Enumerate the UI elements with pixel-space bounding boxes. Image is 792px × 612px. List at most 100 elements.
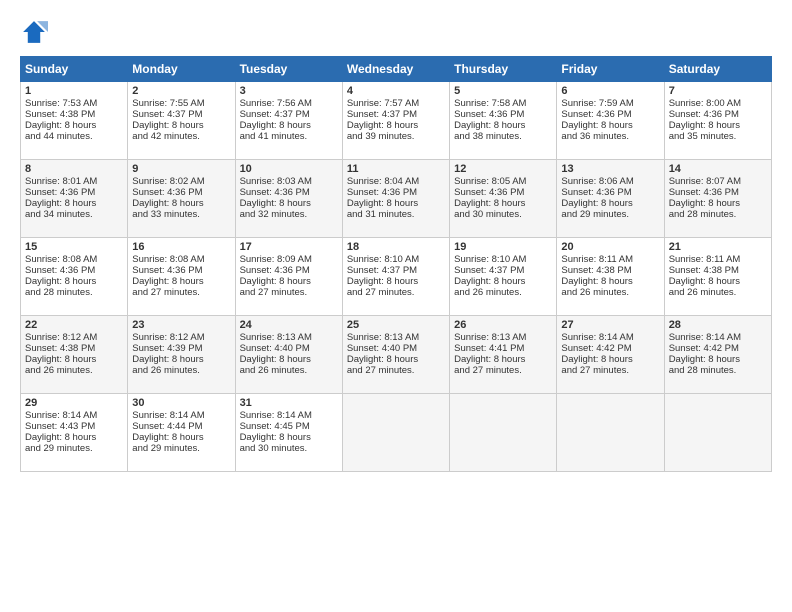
week-row-3: 15Sunrise: 8:08 AMSunset: 4:36 PMDayligh… (21, 238, 772, 316)
day-cell: 31Sunrise: 8:14 AMSunset: 4:45 PMDayligh… (235, 394, 342, 472)
day-number: 27 (561, 319, 659, 331)
day-number: 30 (132, 397, 230, 409)
day-info-line: and 35 minutes. (669, 131, 767, 142)
day-info-line: Sunset: 4:44 PM (132, 421, 230, 432)
day-info-line: Sunrise: 8:14 AM (240, 410, 338, 421)
day-cell: 14Sunrise: 8:07 AMSunset: 4:36 PMDayligh… (664, 160, 771, 238)
day-info-line: and 36 minutes. (561, 131, 659, 142)
day-cell: 21Sunrise: 8:11 AMSunset: 4:38 PMDayligh… (664, 238, 771, 316)
day-number: 29 (25, 397, 123, 409)
day-cell: 2Sunrise: 7:55 AMSunset: 4:37 PMDaylight… (128, 82, 235, 160)
day-info-line: Daylight: 8 hours (240, 198, 338, 209)
day-info-line: Sunset: 4:42 PM (561, 343, 659, 354)
day-info-line: Daylight: 8 hours (25, 276, 123, 287)
day-cell: 1Sunrise: 7:53 AMSunset: 4:38 PMDaylight… (21, 82, 128, 160)
day-number: 12 (454, 163, 552, 175)
day-cell (342, 394, 449, 472)
day-info-line: and 39 minutes. (347, 131, 445, 142)
day-cell: 6Sunrise: 7:59 AMSunset: 4:36 PMDaylight… (557, 82, 664, 160)
day-info-line: Sunrise: 8:10 AM (347, 254, 445, 265)
header-cell-wednesday: Wednesday (342, 57, 449, 82)
day-info-line: Sunset: 4:40 PM (347, 343, 445, 354)
day-cell: 10Sunrise: 8:03 AMSunset: 4:36 PMDayligh… (235, 160, 342, 238)
day-info-line: Sunset: 4:36 PM (240, 187, 338, 198)
header (20, 18, 772, 46)
day-number: 25 (347, 319, 445, 331)
day-info-line: Sunset: 4:36 PM (669, 109, 767, 120)
day-info-line: Sunset: 4:36 PM (454, 187, 552, 198)
day-info-line: Daylight: 8 hours (669, 276, 767, 287)
day-info-line: and 26 minutes. (669, 287, 767, 298)
day-info-line: Sunrise: 7:57 AM (347, 98, 445, 109)
day-info-line: and 34 minutes. (25, 209, 123, 220)
day-info-line: and 29 minutes. (25, 443, 123, 454)
day-info-line: Daylight: 8 hours (561, 276, 659, 287)
day-number: 21 (669, 241, 767, 253)
day-info-line: Sunset: 4:36 PM (561, 109, 659, 120)
day-number: 24 (240, 319, 338, 331)
day-info-line: Sunrise: 7:56 AM (240, 98, 338, 109)
week-row-2: 8Sunrise: 8:01 AMSunset: 4:36 PMDaylight… (21, 160, 772, 238)
day-number: 13 (561, 163, 659, 175)
day-info-line: Sunrise: 8:12 AM (132, 332, 230, 343)
day-cell: 27Sunrise: 8:14 AMSunset: 4:42 PMDayligh… (557, 316, 664, 394)
day-info-line: Daylight: 8 hours (132, 198, 230, 209)
day-number: 19 (454, 241, 552, 253)
day-info-line: Daylight: 8 hours (454, 276, 552, 287)
day-number: 28 (669, 319, 767, 331)
day-info-line: Daylight: 8 hours (132, 120, 230, 131)
day-info-line: and 28 minutes. (669, 365, 767, 376)
day-info-line: Sunrise: 7:59 AM (561, 98, 659, 109)
day-number: 22 (25, 319, 123, 331)
day-info-line: Sunrise: 7:58 AM (454, 98, 552, 109)
day-info-line: Daylight: 8 hours (25, 198, 123, 209)
day-info-line: Sunset: 4:36 PM (561, 187, 659, 198)
day-info-line: Daylight: 8 hours (454, 354, 552, 365)
day-info-line: and 27 minutes. (347, 287, 445, 298)
day-cell: 13Sunrise: 8:06 AMSunset: 4:36 PMDayligh… (557, 160, 664, 238)
day-info-line: Daylight: 8 hours (669, 354, 767, 365)
day-info-line: Daylight: 8 hours (25, 432, 123, 443)
day-info-line: and 26 minutes. (25, 365, 123, 376)
header-cell-thursday: Thursday (450, 57, 557, 82)
day-info-line: Sunrise: 8:13 AM (347, 332, 445, 343)
day-info-line: Sunrise: 8:07 AM (669, 176, 767, 187)
day-info-line: Sunrise: 8:00 AM (669, 98, 767, 109)
header-cell-sunday: Sunday (21, 57, 128, 82)
day-info-line: Sunset: 4:36 PM (132, 265, 230, 276)
day-cell: 24Sunrise: 8:13 AMSunset: 4:40 PMDayligh… (235, 316, 342, 394)
day-info-line: Daylight: 8 hours (561, 354, 659, 365)
day-info-line: Sunset: 4:38 PM (561, 265, 659, 276)
day-info-line: and 29 minutes. (561, 209, 659, 220)
day-cell: 28Sunrise: 8:14 AMSunset: 4:42 PMDayligh… (664, 316, 771, 394)
day-info-line: and 30 minutes. (240, 443, 338, 454)
day-info-line: and 42 minutes. (132, 131, 230, 142)
day-info-line: and 28 minutes. (25, 287, 123, 298)
day-info-line: Daylight: 8 hours (132, 432, 230, 443)
day-number: 14 (669, 163, 767, 175)
day-info-line: and 33 minutes. (132, 209, 230, 220)
day-info-line: and 30 minutes. (454, 209, 552, 220)
day-number: 3 (240, 85, 338, 97)
day-info-line: Sunset: 4:40 PM (240, 343, 338, 354)
day-info-line: Sunset: 4:37 PM (347, 109, 445, 120)
day-info-line: and 27 minutes. (454, 365, 552, 376)
day-number: 4 (347, 85, 445, 97)
day-info-line: and 44 minutes. (25, 131, 123, 142)
day-info-line: and 41 minutes. (240, 131, 338, 142)
day-info-line: Sunrise: 7:53 AM (25, 98, 123, 109)
day-info-line: Daylight: 8 hours (347, 198, 445, 209)
logo-icon (20, 18, 48, 46)
header-cell-saturday: Saturday (664, 57, 771, 82)
day-info-line: Daylight: 8 hours (240, 276, 338, 287)
day-info-line: Sunset: 4:38 PM (25, 343, 123, 354)
day-cell: 23Sunrise: 8:12 AMSunset: 4:39 PMDayligh… (128, 316, 235, 394)
day-info-line: and 31 minutes. (347, 209, 445, 220)
day-cell: 17Sunrise: 8:09 AMSunset: 4:36 PMDayligh… (235, 238, 342, 316)
day-number: 6 (561, 85, 659, 97)
day-number: 8 (25, 163, 123, 175)
day-info-line: Sunset: 4:37 PM (240, 109, 338, 120)
day-cell: 20Sunrise: 8:11 AMSunset: 4:38 PMDayligh… (557, 238, 664, 316)
day-info-line: Sunrise: 8:13 AM (454, 332, 552, 343)
day-info-line: and 32 minutes. (240, 209, 338, 220)
